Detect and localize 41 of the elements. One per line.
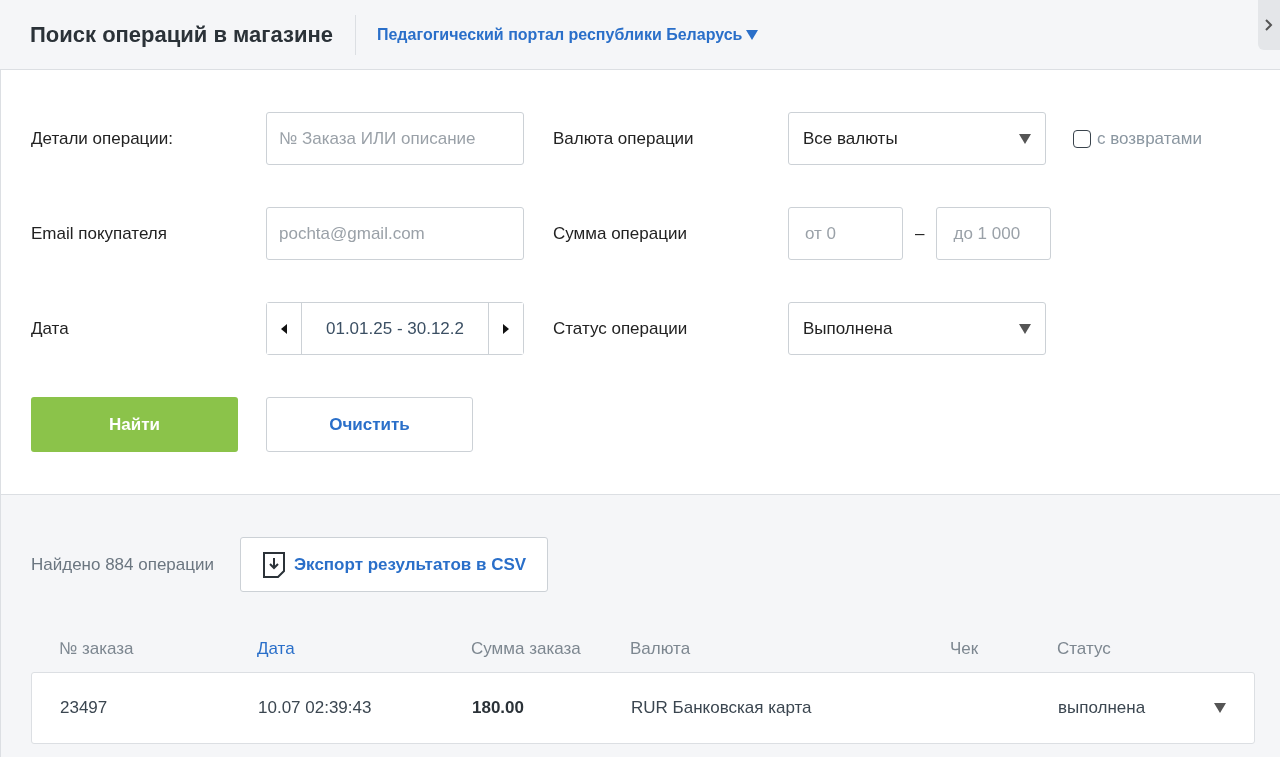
download-file-icon — [262, 551, 286, 578]
column-header[interactable]: Сумма заказа — [471, 639, 630, 659]
expand-caret-icon — [1214, 703, 1226, 713]
collapse-button[interactable] — [1258, 0, 1280, 50]
field-label: Детали операции: — [31, 128, 175, 149]
field-label: Email покупателя — [31, 223, 168, 244]
table-cell-text: RUR Банковская карта — [631, 698, 813, 718]
left-triangle-icon — [281, 323, 287, 334]
range-dash: – — [915, 223, 925, 244]
field-label: Сумма операции — [553, 223, 688, 244]
refunds-checkbox[interactable]: с возвратами — [1073, 128, 1250, 149]
table-cell-text: 180.00 — [472, 698, 525, 718]
amount-to-input[interactable]: до 1 000 — [936, 207, 1052, 260]
right-triangle-icon — [503, 323, 509, 334]
chevron-right-icon — [1265, 19, 1273, 31]
caret-icon — [1019, 323, 1031, 334]
table-cell-text: выполнена — [1058, 698, 1147, 718]
shop-dropdown[interactable]: Педагогический портал республики Беларусь — [376, 25, 759, 44]
field-label: Валюта операции — [553, 128, 695, 149]
column-header[interactable]: № заказа — [59, 639, 257, 659]
currency-select[interactable]: Все валюты — [788, 112, 1046, 165]
table-row[interactable]: 23497 10.07 02:39:43 180.00 RUR Банковская карта выполнена — [31, 672, 1255, 744]
clear-button[interactable]: Очистить — [266, 397, 473, 452]
date-range-picker[interactable]: 01.01.25 - 30.12.2 — [266, 302, 524, 355]
field-label: Дата — [31, 318, 70, 339]
caret-icon — [1019, 133, 1031, 144]
page-title: Поиск операций в магазине — [0, 14, 356, 55]
caret-icon — [746, 29, 759, 40]
column-header[interactable]: Статус — [1057, 639, 1215, 659]
details-input[interactable]: № Заказа ИЛИ описание — [266, 112, 524, 165]
email-input[interactable]: pochta@gmail.com — [266, 207, 524, 260]
column-header[interactable]: Валюта — [630, 639, 950, 659]
export-button[interactable]: Экспорт результатов в CSV — [240, 537, 549, 592]
table-cell-text: 10.07 02:39:43 — [258, 698, 373, 718]
column-header[interactable]: Чек — [950, 639, 1057, 659]
amount-from-input[interactable]: от 0 — [788, 207, 903, 260]
table-cell-text: 23497 — [60, 698, 109, 718]
field-label: Статус операции — [553, 318, 689, 339]
results-count: Найдено 884 операции — [31, 554, 214, 575]
column-header[interactable]: Дата — [257, 639, 471, 659]
status-select[interactable]: Выполнена — [788, 302, 1046, 355]
